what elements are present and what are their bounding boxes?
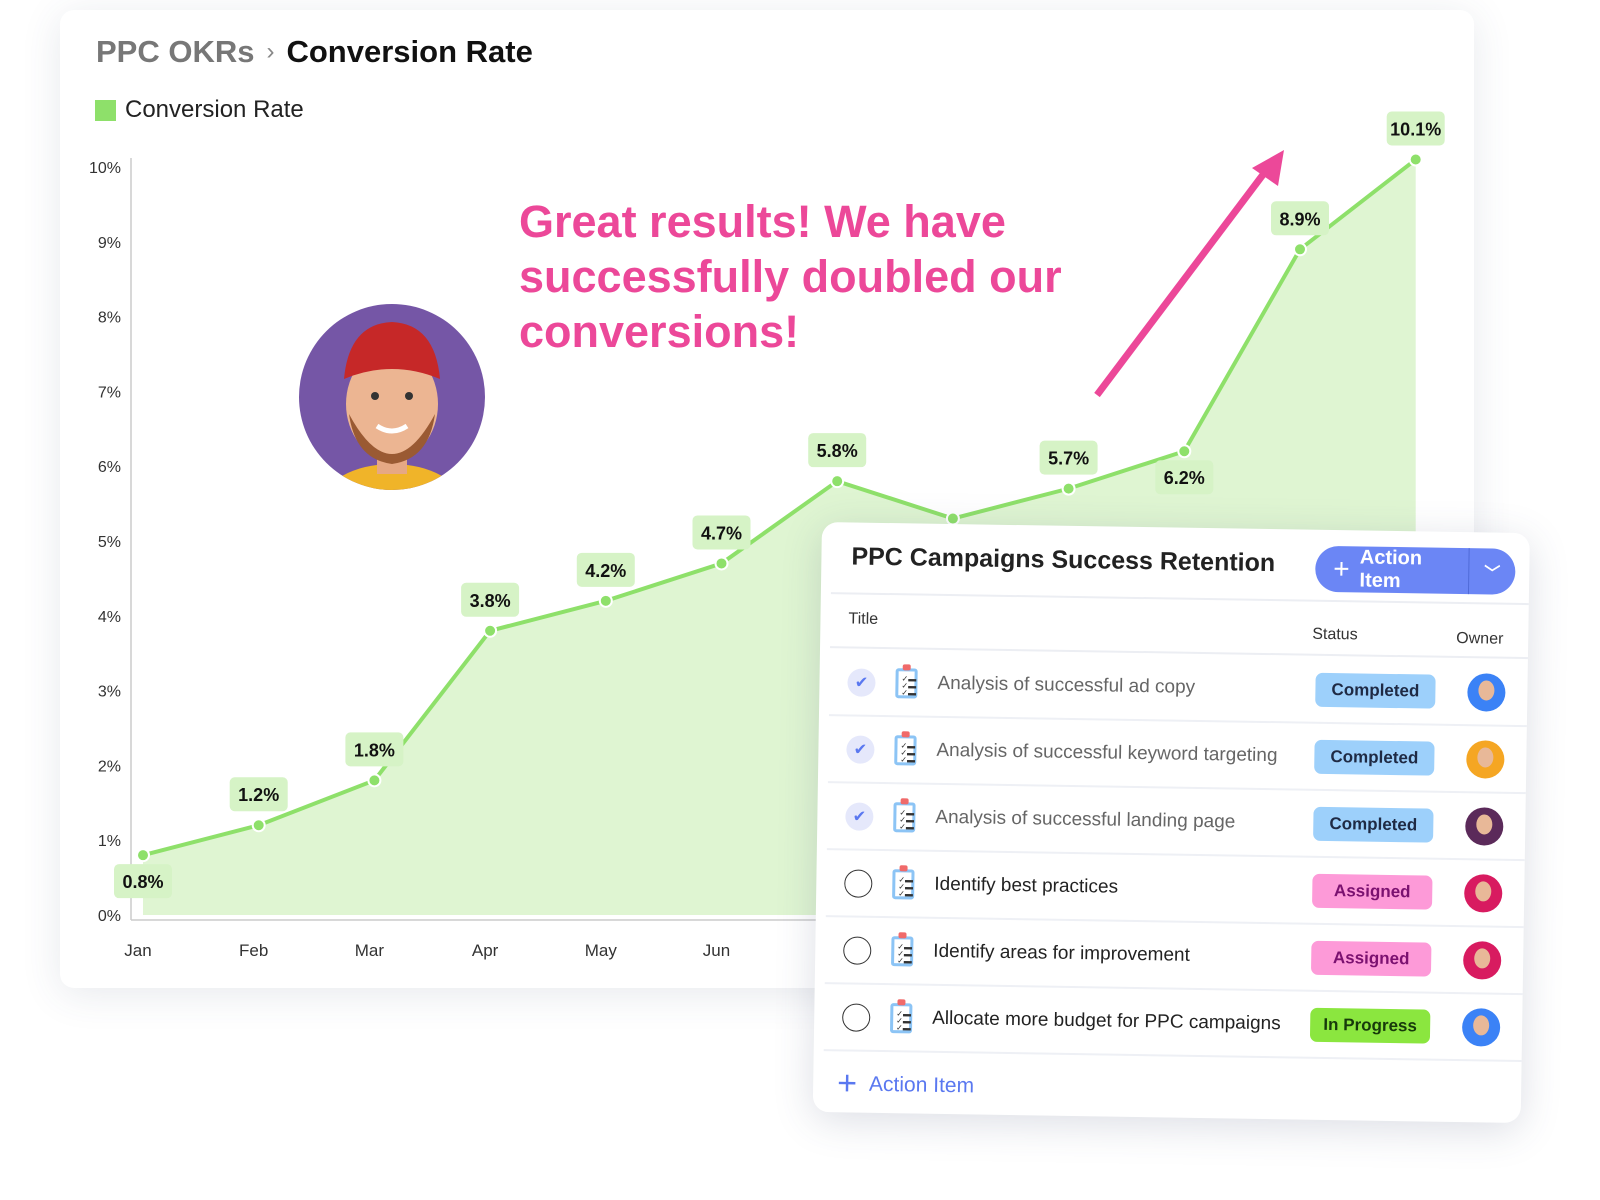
x-tick-label: May bbox=[585, 941, 618, 960]
checkbox[interactable] bbox=[842, 1003, 871, 1032]
data-label: 5.7% bbox=[1048, 449, 1089, 469]
clipboard-checklist-icon: ✓▬ ✓▬ ✓▬ bbox=[891, 936, 914, 967]
y-tick-label: 8% bbox=[98, 310, 121, 327]
row-title[interactable]: Analysis of successful ad copy bbox=[937, 673, 1315, 701]
status-badge[interactable]: Completed bbox=[1313, 806, 1434, 843]
checked-checkbox[interactable]: ✔ bbox=[847, 668, 876, 697]
data-point bbox=[367, 773, 382, 788]
status-badge[interactable]: Completed bbox=[1315, 672, 1436, 709]
plus-icon: + bbox=[836, 1064, 858, 1103]
y-tick-label: 6% bbox=[98, 459, 121, 476]
data-label: 5.8% bbox=[817, 441, 858, 461]
clipboard-checklist-icon: ✓▬ ✓▬ ✓▬ bbox=[889, 1003, 913, 1034]
user-photo-avatar bbox=[299, 304, 485, 490]
row-title[interactable]: Analysis of successful keyword targeting bbox=[936, 740, 1314, 768]
data-label: 8.9% bbox=[1279, 209, 1320, 229]
data-label: 3.8% bbox=[470, 591, 511, 611]
button-label: Action Item bbox=[1359, 546, 1423, 593]
owner-avatar[interactable] bbox=[1466, 740, 1505, 779]
y-tick-label: 1% bbox=[98, 833, 121, 850]
y-tick-label: 7% bbox=[98, 384, 121, 401]
checkbox[interactable] bbox=[843, 936, 872, 965]
owner-avatar[interactable] bbox=[1461, 1008, 1501, 1047]
x-tick-label: Jun bbox=[703, 941, 730, 960]
x-tick-label: Jan bbox=[124, 941, 151, 960]
divider bbox=[830, 592, 1529, 606]
owner-avatar[interactable] bbox=[1467, 673, 1506, 712]
plus-icon: + bbox=[1333, 553, 1350, 585]
data-point bbox=[1408, 152, 1423, 167]
data-label: 6.2% bbox=[1164, 468, 1205, 488]
clipboard-checklist-icon: ✓▬ ✓▬ ✓▬ bbox=[892, 869, 915, 900]
chevron-down-icon[interactable]: ﹀ bbox=[1469, 559, 1515, 584]
x-tick-label: Feb bbox=[239, 941, 268, 960]
y-tick-label: 2% bbox=[98, 758, 121, 775]
table-row[interactable]: ✓▬ ✓▬ ✓▬ Allocate more budget for PPC camp… bbox=[823, 985, 1523, 1063]
status-badge[interactable]: Assigned bbox=[1310, 940, 1432, 977]
data-label: 1.8% bbox=[354, 740, 395, 760]
data-point bbox=[598, 593, 613, 608]
data-label: 10.1% bbox=[1390, 120, 1441, 140]
data-point bbox=[1061, 481, 1076, 496]
x-tick-label: Mar bbox=[355, 941, 385, 960]
annotation-text: Great results! We have successfully doub… bbox=[519, 196, 1062, 357]
person-illustration bbox=[326, 322, 458, 490]
table-row[interactable]: ✔ ✓▬ ✓▬ ✓▬ Analysis of successful landing … bbox=[826, 784, 1526, 862]
checked-checkbox[interactable]: ✔ bbox=[845, 802, 874, 831]
checkbox[interactable] bbox=[844, 869, 873, 898]
clipboard-checklist-icon: ✓▬ ✓▬ ✓▬ bbox=[894, 735, 917, 766]
table-row[interactable]: ✔ ✓▬ ✓▬ ✓▬ Analysis of successful ad copy … bbox=[828, 650, 1528, 728]
data-point bbox=[1177, 444, 1192, 459]
owner-avatar[interactable] bbox=[1463, 874, 1503, 913]
add-action-item-button[interactable]: + Action Item ﹀ bbox=[1314, 545, 1516, 595]
table-row[interactable]: ✓▬ ✓▬ ✓▬ Identify areas for improvement As… bbox=[824, 918, 1524, 996]
y-tick-label: 0% bbox=[98, 908, 121, 925]
add-action-item-label: Action Item bbox=[868, 1072, 975, 1097]
row-title[interactable]: Analysis of successful landing page bbox=[935, 807, 1313, 835]
y-tick-label: 9% bbox=[98, 235, 121, 252]
status-badge[interactable]: Assigned bbox=[1312, 873, 1433, 910]
column-header-title: Title bbox=[848, 610, 879, 628]
data-point bbox=[714, 556, 729, 571]
data-point bbox=[1293, 242, 1307, 257]
y-tick-label: 3% bbox=[98, 684, 121, 701]
owner-avatar[interactable] bbox=[1465, 807, 1504, 846]
clipboard-checklist-icon: ✓▬ ✓▬ ✓▬ bbox=[895, 668, 918, 699]
add-action-item-link[interactable]: + Action Item bbox=[837, 1064, 975, 1105]
data-point bbox=[483, 623, 498, 638]
data-point bbox=[830, 474, 845, 489]
row-title[interactable]: Allocate more budget for PPC campaigns bbox=[932, 1008, 1310, 1036]
data-label: 1.2% bbox=[238, 785, 279, 805]
data-point bbox=[945, 511, 960, 526]
table-row[interactable]: ✓▬ ✓▬ ✓▬ Identify best practices Assigned bbox=[825, 851, 1525, 929]
x-tick-label: Apr bbox=[472, 941, 499, 960]
row-title[interactable]: Identify areas for improvement bbox=[933, 941, 1311, 969]
status-badge[interactable]: Completed bbox=[1314, 739, 1435, 776]
column-header-owner: Owner bbox=[1456, 629, 1504, 648]
column-header-status: Status bbox=[1312, 625, 1358, 644]
data-label: 0.8% bbox=[122, 872, 163, 892]
owner-avatar[interactable] bbox=[1462, 941, 1502, 980]
data-point bbox=[136, 848, 150, 863]
card-title: PPC Campaigns Success Retention bbox=[851, 542, 1276, 578]
data-label: 4.7% bbox=[701, 523, 742, 543]
status-badge[interactable]: In Progress bbox=[1309, 1007, 1431, 1044]
clipboard-checklist-icon: ✓▬ ✓▬ ✓▬ bbox=[893, 802, 916, 833]
action-items-card: PPC Campaigns Success Retention + Action … bbox=[812, 522, 1530, 1124]
y-tick-label: 5% bbox=[98, 534, 121, 551]
data-point bbox=[251, 818, 266, 833]
y-tick-label: 4% bbox=[98, 609, 121, 626]
y-tick-label: 10% bbox=[89, 160, 121, 177]
checked-checkbox[interactable]: ✔ bbox=[846, 735, 875, 764]
data-label: 4.2% bbox=[585, 561, 626, 581]
row-title[interactable]: Identify best practices bbox=[934, 874, 1312, 902]
table-row[interactable]: ✔ ✓▬ ✓▬ ✓▬ Analysis of successful keyword … bbox=[827, 717, 1527, 795]
